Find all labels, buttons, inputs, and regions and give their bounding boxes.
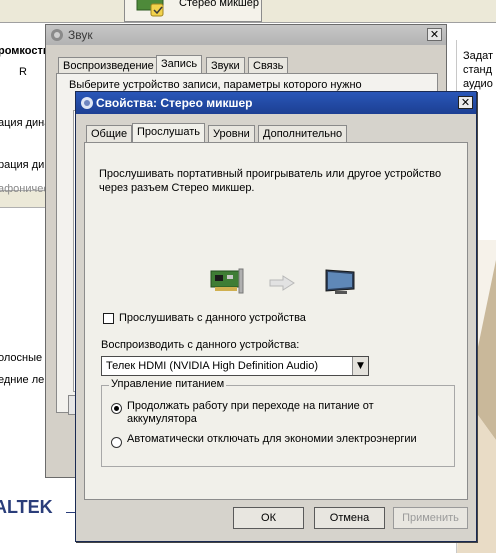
sound-card-icon [136, 0, 164, 17]
background-text: аудио [463, 78, 493, 90]
ok-button[interactable]: ОК [233, 507, 304, 529]
power-management-legend: Управление питанием [109, 378, 227, 390]
listen-tab-panel: Прослушивать портативный проигрыватель и… [84, 142, 468, 500]
sound-window-titlebar[interactable]: Звук ✕ [46, 25, 446, 45]
background-text: станд [463, 64, 493, 76]
chevron-down-icon[interactable]: ▼ [352, 357, 368, 375]
monitor-icon [325, 269, 355, 294]
auto-disable-radio[interactable] [111, 437, 122, 448]
background-text: едние ле [0, 374, 45, 386]
close-icon[interactable]: ✕ [427, 28, 442, 41]
background-text: ромкость [0, 45, 50, 57]
tab-levels[interactable]: Уровни [208, 125, 255, 143]
continue-on-battery-label[interactable]: Продолжать работу при переходе на питани… [127, 400, 427, 426]
playback-device-value: Телек HDMI (NVIDIA High Definition Audio… [106, 360, 318, 372]
close-icon[interactable]: ✕ [458, 96, 473, 109]
speaker-icon [51, 29, 63, 41]
background-text: Задат [463, 50, 494, 62]
listen-checkbox-label[interactable]: Прослушивать с данного устройства [119, 312, 306, 324]
background-text: R [19, 66, 27, 78]
properties-dialog: Свойства: Стерео микшер ✕ Общие Прослуша… [75, 91, 477, 542]
background-text: рация ди [0, 159, 45, 171]
listen-description: Прослушивать портативный проигрыватель и… [99, 168, 442, 194]
properties-tabs: Общие Прослушать Уровни Дополнительно [86, 123, 466, 144]
cancel-button[interactable]: Отмена [314, 507, 385, 529]
listen-checkbox[interactable] [103, 313, 114, 324]
background-text: ация дина [0, 117, 51, 129]
background-tab-label: Стерео микшер [179, 0, 259, 9]
speaker-icon [81, 97, 93, 109]
properties-title: Свойства: Стерео микшер [96, 96, 253, 110]
tab-recording[interactable]: Запись [156, 55, 203, 75]
playback-device-select[interactable]: Телек HDMI (NVIDIA High Definition Audio… [101, 356, 369, 376]
apply-button[interactable]: Применить [393, 507, 468, 529]
background-text: афоничес [0, 183, 49, 195]
playback-device-label: Воспроизводить с данного устройства: [101, 339, 300, 351]
tab-listen[interactable]: Прослушать [132, 123, 206, 144]
properties-titlebar[interactable]: Свойства: Стерео микшер ✕ [76, 92, 476, 114]
continue-on-battery-radio[interactable] [111, 403, 122, 414]
power-management-group [101, 385, 455, 467]
auto-disable-label[interactable]: Автоматически отключать для экономии эле… [127, 433, 427, 446]
tab-general[interactable]: Общие [86, 125, 133, 143]
arrow-right-icon [269, 275, 295, 291]
tab-advanced[interactable]: Дополнительно [258, 125, 348, 143]
sound-window-title: Звук [68, 28, 93, 42]
background-text: олосные [0, 352, 43, 364]
background-device-tab[interactable]: Стерео микшер [124, 0, 262, 22]
sound-card-icon [210, 268, 244, 294]
sound-window-description: Выберите устройство записи, параметры ко… [69, 79, 362, 91]
realtek-logo: ALTEK [0, 497, 53, 517]
